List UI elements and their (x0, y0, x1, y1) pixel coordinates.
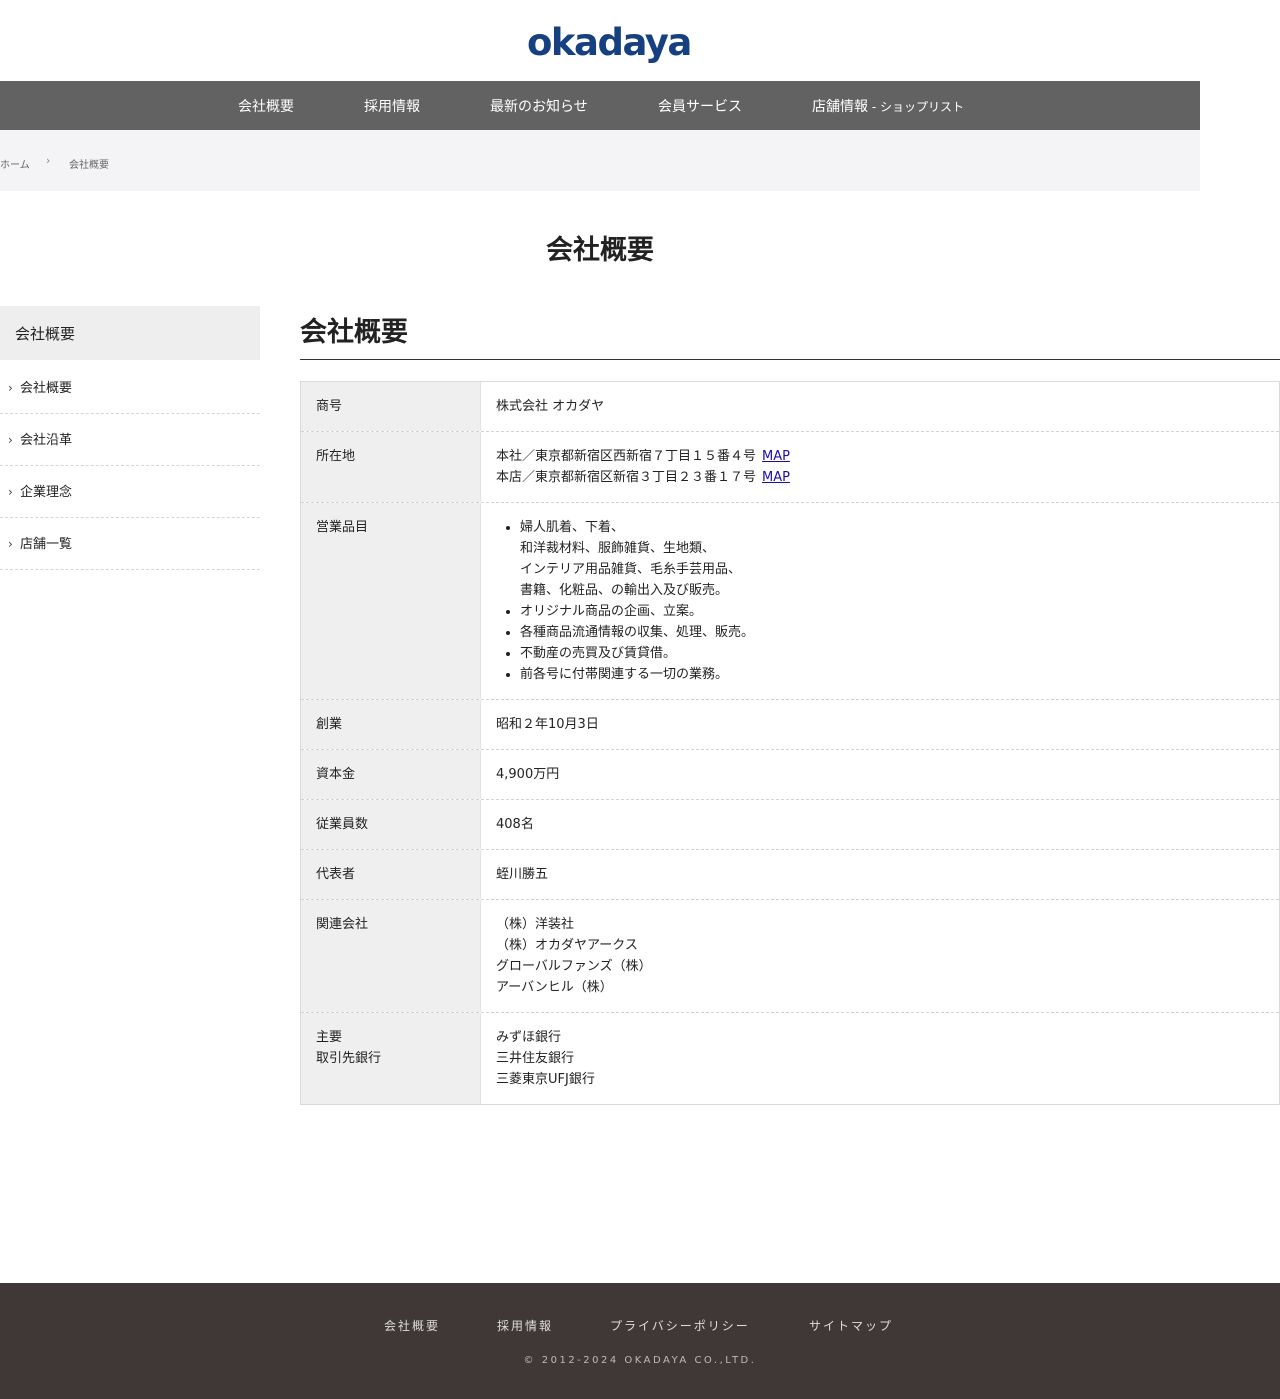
row-value: （株）洋装社 （株）オカダヤアークス グローバルファンズ（株） アーバンヒル（株… (496, 917, 652, 995)
table-row: 関連会社 （株）洋装社 （株）オカダヤアークス グローバルファンズ（株） アーバ… (301, 900, 1279, 1013)
footer-link-recruit[interactable]: 採用情報 (497, 1317, 553, 1334)
breadcrumb-current: 会社概要 (69, 160, 109, 171)
row-value: 4,900万円 (496, 767, 560, 782)
site-footer: 会社概要 採用情報 プライバシーポリシー サイトマップ © 2012-2024 … (0, 1283, 1280, 1399)
nav-item-company[interactable]: 会社概要 (238, 81, 294, 130)
table-row: 営業品目 婦人肌着、下着、 和洋裁材料、服飾雑貨、生地類、 インテリア用品雑貨、… (301, 503, 1279, 700)
table-row: 主要 取引先銀行 みずほ銀行 三井住友銀行 三菱東京UFJ銀行 (301, 1013, 1279, 1104)
list-item: 前各号に付帯関連する一切の業務。 (520, 664, 1264, 685)
sidebar-item-history[interactable]: › 会社沿革 (0, 414, 260, 466)
footer-link-privacy[interactable]: プライバシーポリシー (610, 1317, 750, 1334)
site-header: okadaya (0, 0, 1280, 81)
table-row: 代表者 蛭川勝五 (301, 850, 1279, 900)
breadcrumb-home[interactable]: ホーム (0, 156, 30, 171)
row-label: 従業員数 (301, 800, 481, 849)
sidebar-item-philosophy[interactable]: › 企業理念 (0, 466, 260, 518)
sidebar-item-label: 会社概要 (20, 381, 73, 396)
row-value: 本社／東京都新宿区西新宿７丁目１５番４号 MAP 本店／東京都新宿区新宿３丁目２３… (481, 432, 1279, 502)
row-label: 代表者 (301, 850, 481, 899)
nav-item-news[interactable]: 最新のお知らせ (490, 81, 588, 130)
row-label: 所在地 (301, 432, 481, 502)
sidebar-item-label: 企業理念 (20, 485, 73, 500)
sidebar-item-label: 店舗一覧 (20, 537, 73, 552)
sidebar-item-company[interactable]: › 会社概要 (0, 362, 260, 414)
company-info-table: 商号 株式会社 オカダヤ 所在地 本社／東京都新宿区西新宿７丁目１５番４号 MAP… (300, 381, 1280, 1105)
chevron-right-icon: › (8, 381, 13, 395)
row-value: 婦人肌着、下着、 和洋裁材料、服飾雑貨、生地類、 インテリア用品雑貨、毛糸手芸用… (481, 503, 1279, 699)
chevron-right-icon: › (8, 485, 13, 499)
table-row: 所在地 本社／東京都新宿区西新宿７丁目１５番４号 MAP 本店／東京都新宿区新宿３… (301, 432, 1279, 503)
row-label: 主要 取引先銀行 (301, 1013, 481, 1104)
row-value: 408名 (496, 817, 534, 832)
row-label: 営業品目 (301, 503, 481, 699)
breadcrumb: ホーム › 会社概要 (0, 130, 1200, 191)
business-list: 婦人肌着、下着、 和洋裁材料、服飾雑貨、生地類、 インテリア用品雑貨、毛糸手芸用… (496, 517, 1264, 685)
map-link-head-office[interactable]: MAP (762, 449, 790, 464)
footer-link-sitemap[interactable]: サイトマップ (809, 1317, 893, 1334)
row-value: 蛭川勝五 (496, 867, 549, 882)
sidebar-heading: 会社概要 (0, 306, 260, 360)
table-row: 商号 株式会社 オカダヤ (301, 382, 1279, 432)
footer-link-company[interactable]: 会社概要 (384, 1317, 440, 1334)
chevron-right-icon: › (8, 537, 13, 551)
section-divider (300, 359, 1280, 360)
table-row: 従業員数 408名 (301, 800, 1279, 850)
list-item: 婦人肌着、下着、 和洋裁材料、服飾雑貨、生地類、 インテリア用品雑貨、毛糸手芸用… (520, 517, 1264, 601)
copyright: © 2012-2024 OKADAYA CO.,LTD. (523, 1355, 757, 1366)
sidebar-item-label: 会社沿革 (20, 433, 73, 448)
list-item: 不動産の売買及び賃貸借。 (520, 643, 1264, 664)
sidebar-item-stores[interactable]: › 店舗一覧 (0, 518, 260, 570)
row-value: 昭和２年10月3日 (496, 717, 599, 732)
row-label: 資本金 (301, 750, 481, 799)
page-title: 会社概要 (546, 235, 654, 266)
nav-item-shops-sub: - ショップリスト (868, 100, 964, 114)
row-label: 関連会社 (301, 900, 481, 1012)
row-label: 商号 (301, 382, 481, 431)
table-row: 創業 昭和２年10月3日 (301, 700, 1279, 750)
chevron-right-icon: › (8, 433, 13, 447)
table-row: 資本金 4,900万円 (301, 750, 1279, 800)
row-value: みずほ銀行 三井住友銀行 三菱東京UFJ銀行 (496, 1030, 595, 1087)
nav-item-member[interactable]: 会員サービス (658, 81, 742, 130)
list-item: 各種商品流通情報の収集、処理、販売。 (520, 622, 1264, 643)
nav-item-shops-label: 店舗情報 (812, 99, 868, 115)
global-nav: 会社概要 採用情報 最新のお知らせ 会員サービス 店舗情報 - ショップリスト (0, 81, 1200, 130)
nav-item-recruit[interactable]: 採用情報 (364, 81, 420, 130)
nav-item-shops[interactable]: 店舗情報 - ショップリスト (812, 81, 964, 130)
address-head-office: 本社／東京都新宿区西新宿７丁目１５番４号 (496, 449, 757, 464)
map-link-main-store[interactable]: MAP (762, 470, 790, 485)
address-main-store: 本店／東京都新宿区新宿３丁目２３番１７号 (496, 470, 757, 485)
section-title: 会社概要 (300, 317, 408, 348)
row-value: 株式会社 オカダヤ (496, 399, 605, 414)
list-item: オリジナル商品の企画、立案。 (520, 601, 1264, 622)
chevron-right-icon: › (46, 154, 51, 167)
okadaya-logo[interactable]: okadaya (527, 22, 692, 64)
row-label: 創業 (301, 700, 481, 749)
